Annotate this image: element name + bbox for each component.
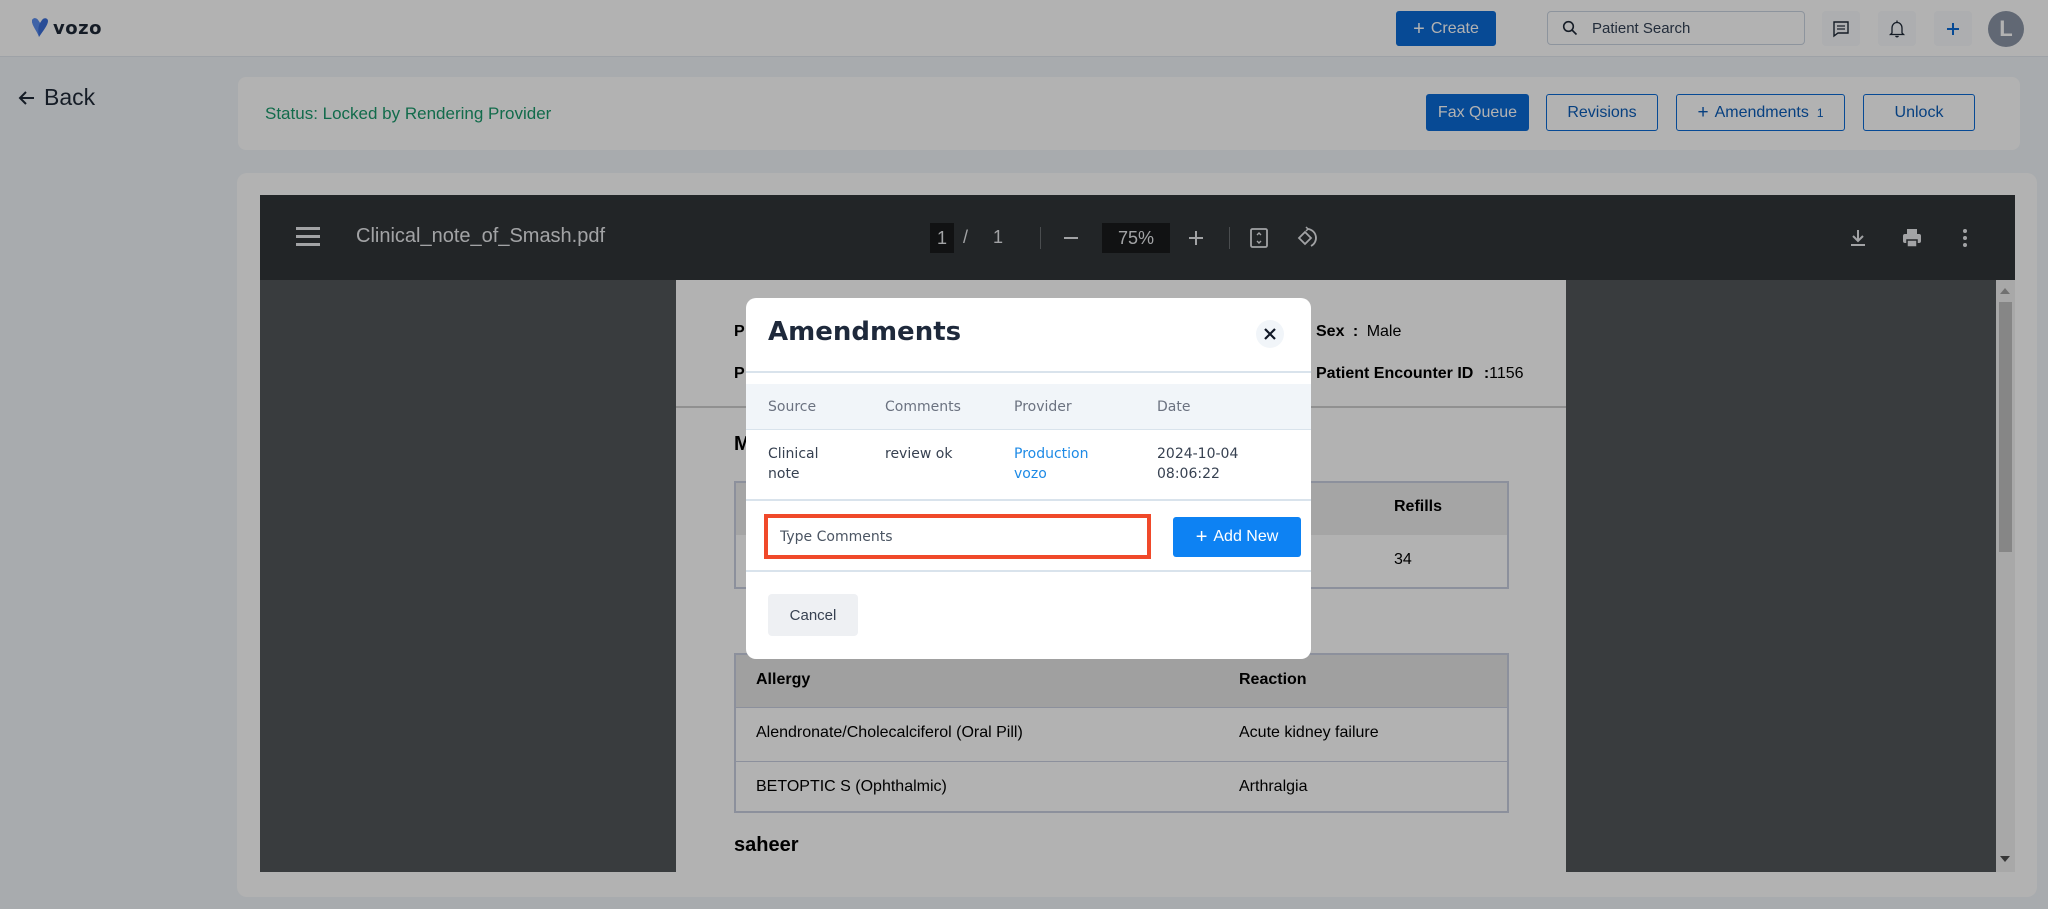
cancel-button[interactable]: Cancel bbox=[768, 594, 858, 636]
add-new-label: Add New bbox=[1213, 528, 1279, 545]
source-cell: Clinical note bbox=[768, 446, 819, 482]
modal-divider bbox=[746, 499, 1311, 501]
provider-header: Provider bbox=[1014, 399, 1072, 415]
amendments-table-header: Source Comments Provider Date bbox=[746, 384, 1311, 430]
modal-title: Amendments bbox=[768, 317, 962, 347]
close-button[interactable] bbox=[1256, 320, 1284, 348]
source-header: Source bbox=[768, 399, 817, 415]
amendments-modal: Amendments Source Comments Provider Date… bbox=[746, 298, 1311, 659]
date-header: Date bbox=[1157, 399, 1191, 415]
comment-input[interactable] bbox=[764, 514, 1151, 559]
close-icon bbox=[1264, 328, 1276, 340]
comments-cell: review ok bbox=[885, 446, 953, 462]
date-cell: 2024-10-04 08:06:22 bbox=[1157, 446, 1239, 482]
provider-link[interactable]: Production vozo bbox=[1014, 444, 1088, 484]
modal-divider bbox=[746, 570, 1311, 572]
comments-header: Comments bbox=[885, 399, 961, 415]
modal-divider bbox=[746, 371, 1311, 373]
add-new-button[interactable]: + Add New bbox=[1173, 517, 1301, 557]
plus-icon: + bbox=[1195, 526, 1208, 548]
